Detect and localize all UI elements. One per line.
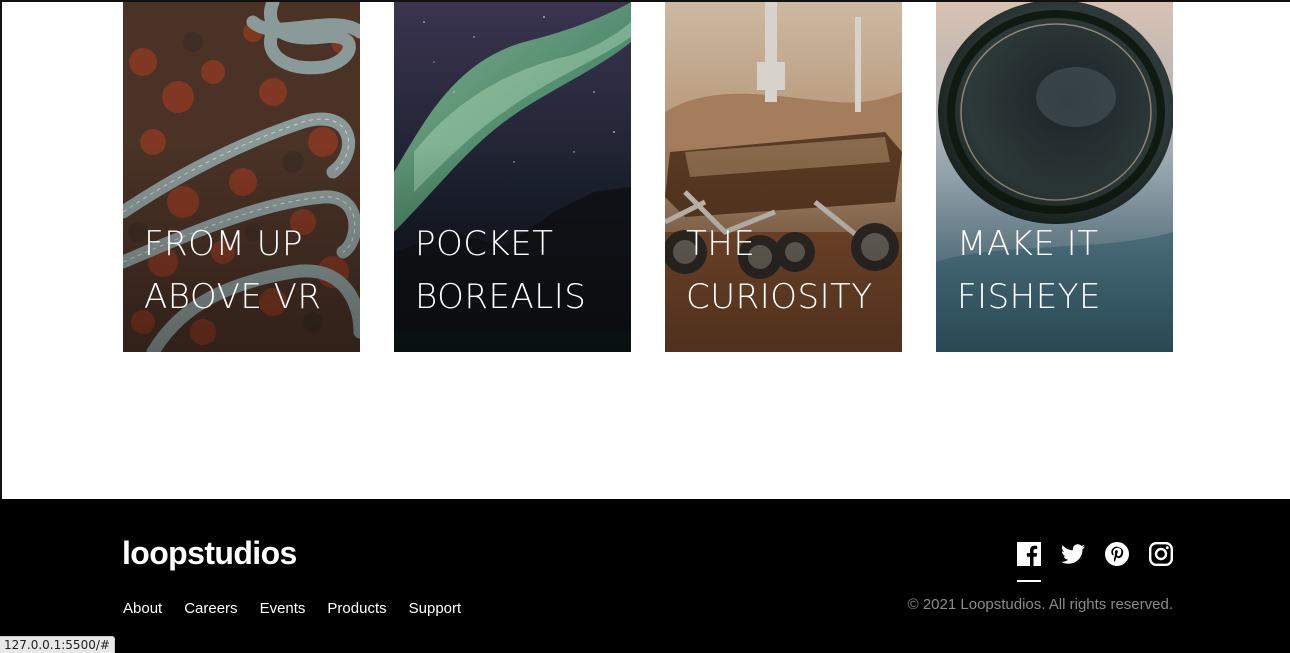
copyright-text: © 2021 Loopstudios. All rights reserved. xyxy=(907,596,1173,613)
footer-link-careers[interactable]: Careers xyxy=(184,599,237,619)
footer-link-support[interactable]: Support xyxy=(409,599,462,619)
social-links xyxy=(1017,542,1173,582)
browser-status-url: 127.0.0.1:5500/# xyxy=(0,636,115,653)
browser-viewport: FROM UP ABOVE VR POCKET BOREALIS THE CUR… xyxy=(0,0,1290,653)
card-title: MAKE IT FISHEYE xyxy=(957,218,1167,324)
card-title: POCKET BOREALIS xyxy=(415,218,625,324)
footer-logo[interactable]: loopstudios xyxy=(122,533,297,573)
card-title-line-1: MAKE IT xyxy=(957,224,1099,264)
card-title-line-1: THE xyxy=(686,224,756,264)
card-title-line-2: FISHEYE xyxy=(957,277,1101,317)
site-footer: loopstudios About Careers Events Product… xyxy=(0,499,1290,653)
card-title-line-2: ABOVE VR xyxy=(144,277,322,317)
card-title-line-2: BOREALIS xyxy=(415,277,587,317)
creation-card-the-curiosity[interactable]: THE CURIOSITY xyxy=(665,2,902,352)
left-border xyxy=(0,0,2,499)
pinterest-icon[interactable] xyxy=(1105,542,1129,566)
card-title-line-1: POCKET xyxy=(415,224,554,264)
card-title: FROM UP ABOVE VR xyxy=(144,218,354,324)
footer-nav: About Careers Events Products Support xyxy=(123,599,461,619)
instagram-icon[interactable] xyxy=(1149,542,1173,566)
card-title-line-2: CURIOSITY xyxy=(686,277,873,317)
creation-card-make-it-fisheye[interactable]: MAKE IT FISHEYE xyxy=(936,2,1173,352)
creation-card-pocket-borealis[interactable]: POCKET BOREALIS xyxy=(394,2,631,352)
card-title-line-1: FROM UP xyxy=(144,224,303,264)
facebook-icon[interactable] xyxy=(1017,542,1041,566)
footer-link-events[interactable]: Events xyxy=(260,599,306,619)
twitter-icon[interactable] xyxy=(1061,542,1085,566)
footer-link-about[interactable]: About xyxy=(123,599,162,619)
footer-link-products[interactable]: Products xyxy=(327,599,386,619)
card-title: THE CURIOSITY xyxy=(686,218,896,324)
active-social-underline xyxy=(1017,580,1041,582)
creation-card-from-up-above-vr[interactable]: FROM UP ABOVE VR xyxy=(123,2,360,352)
